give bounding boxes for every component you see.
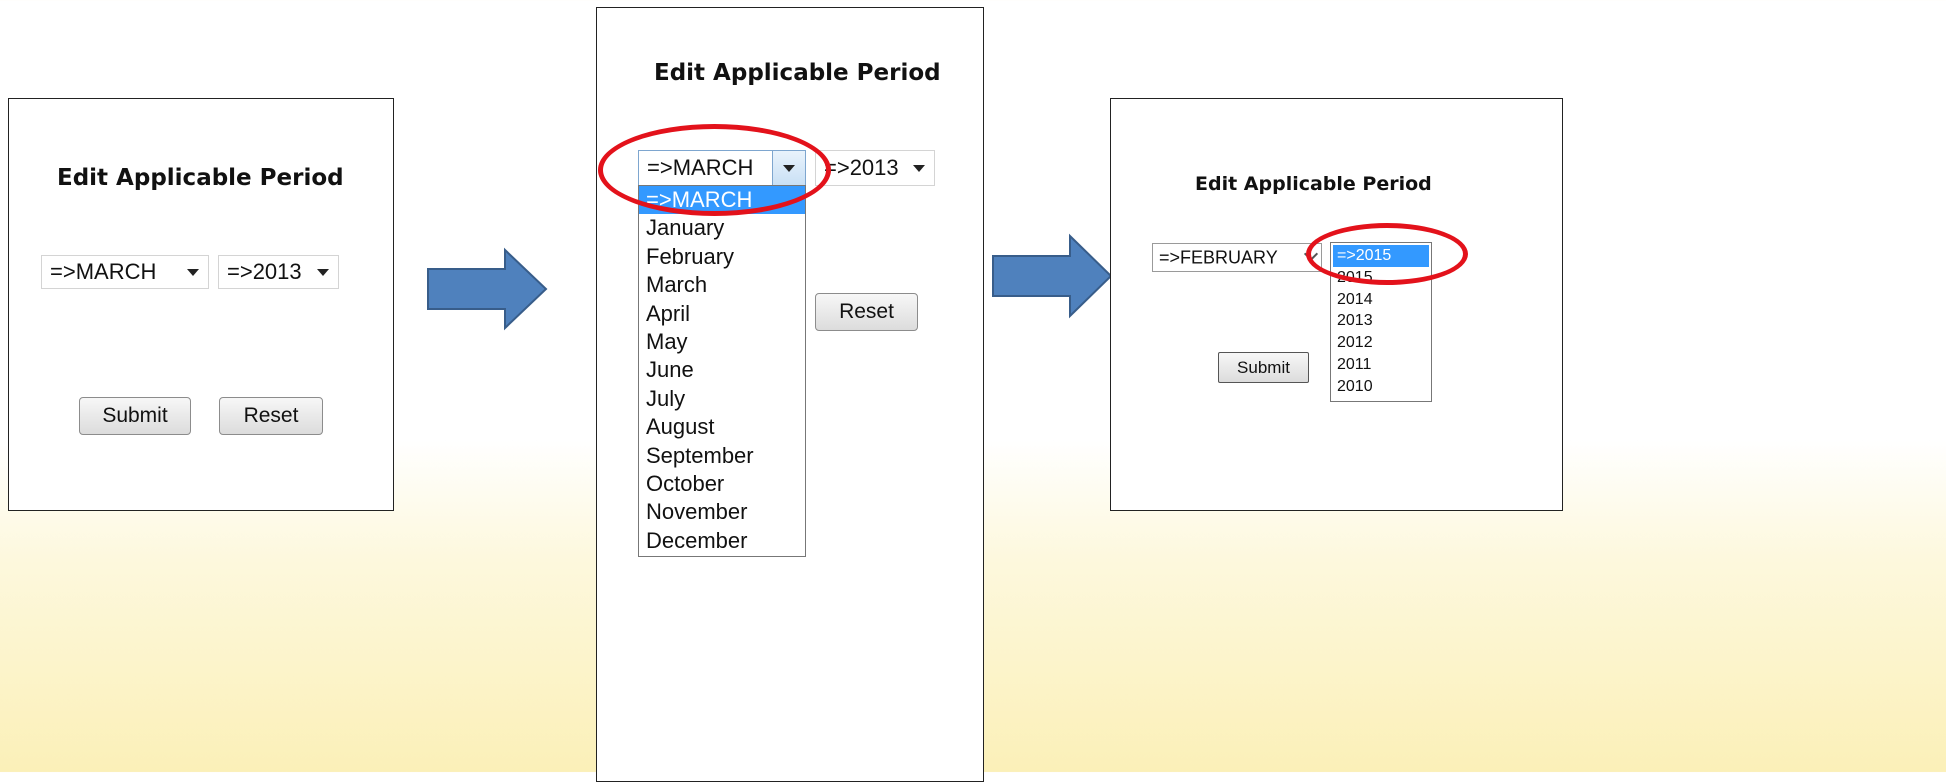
dropdown-option[interactable]: 2014: [1333, 289, 1429, 311]
month-select-value: =>MARCH: [50, 259, 157, 284]
dropdown-option[interactable]: December: [639, 527, 805, 555]
dropdown-option[interactable]: May: [639, 328, 805, 356]
panel-step-2: Edit Applicable Period =>MARCH =>2013 Re…: [596, 7, 984, 782]
year-select[interactable]: =>2013: [218, 255, 339, 289]
dropdown-option[interactable]: 2012: [1333, 332, 1429, 354]
dropdown-option[interactable]: 2011: [1333, 354, 1429, 376]
reset-button[interactable]: Reset: [815, 293, 918, 331]
highlight-ring: [1306, 223, 1468, 285]
caret-down-icon: [317, 269, 329, 276]
dropdown-option[interactable]: 2013: [1333, 310, 1429, 332]
page-title: Edit Applicable Period: [654, 60, 941, 86]
panel-step-1: Edit Applicable Period =>MARCH =>2013 Su…: [8, 98, 394, 511]
highlight-ring: [598, 124, 831, 216]
page-title: Edit Applicable Period: [57, 165, 344, 191]
page-title: Edit Applicable Period: [1195, 173, 1432, 195]
dropdown-option[interactable]: November: [639, 498, 805, 526]
year-select[interactable]: =>2013: [815, 150, 935, 186]
reset-button[interactable]: Reset: [219, 397, 323, 435]
submit-button[interactable]: Submit: [1218, 352, 1309, 383]
dropdown-option[interactable]: 2010: [1333, 376, 1429, 398]
right-arrow-icon: [992, 233, 1113, 319]
caret-down-icon: [187, 269, 199, 276]
month-select[interactable]: =>MARCH: [41, 255, 209, 289]
submit-button[interactable]: Submit: [79, 397, 191, 435]
right-arrow-icon: [427, 247, 548, 331]
dropdown-option[interactable]: February: [639, 243, 805, 271]
year-select-value: =>2013: [227, 259, 302, 284]
dropdown-option[interactable]: June: [639, 356, 805, 384]
panel-step-3: Edit Applicable Period =>FEBRUARY Submit…: [1110, 98, 1563, 511]
caret-down-icon: [913, 165, 925, 172]
dropdown-option[interactable]: July: [639, 385, 805, 413]
dropdown-option[interactable]: October: [639, 470, 805, 498]
month-select[interactable]: =>FEBRUARY: [1152, 243, 1322, 272]
dropdown-option[interactable]: September: [639, 442, 805, 470]
month-select-value: =>FEBRUARY: [1159, 247, 1278, 267]
dropdown-option[interactable]: April: [639, 300, 805, 328]
month-dropdown-list: =>MARCH January February March April May June J…: [638, 185, 806, 557]
dropdown-option[interactable]: August: [639, 413, 805, 441]
dropdown-option[interactable]: March: [639, 271, 805, 299]
year-select-value: =>2013: [824, 155, 899, 180]
dropdown-option[interactable]: January: [639, 214, 805, 242]
